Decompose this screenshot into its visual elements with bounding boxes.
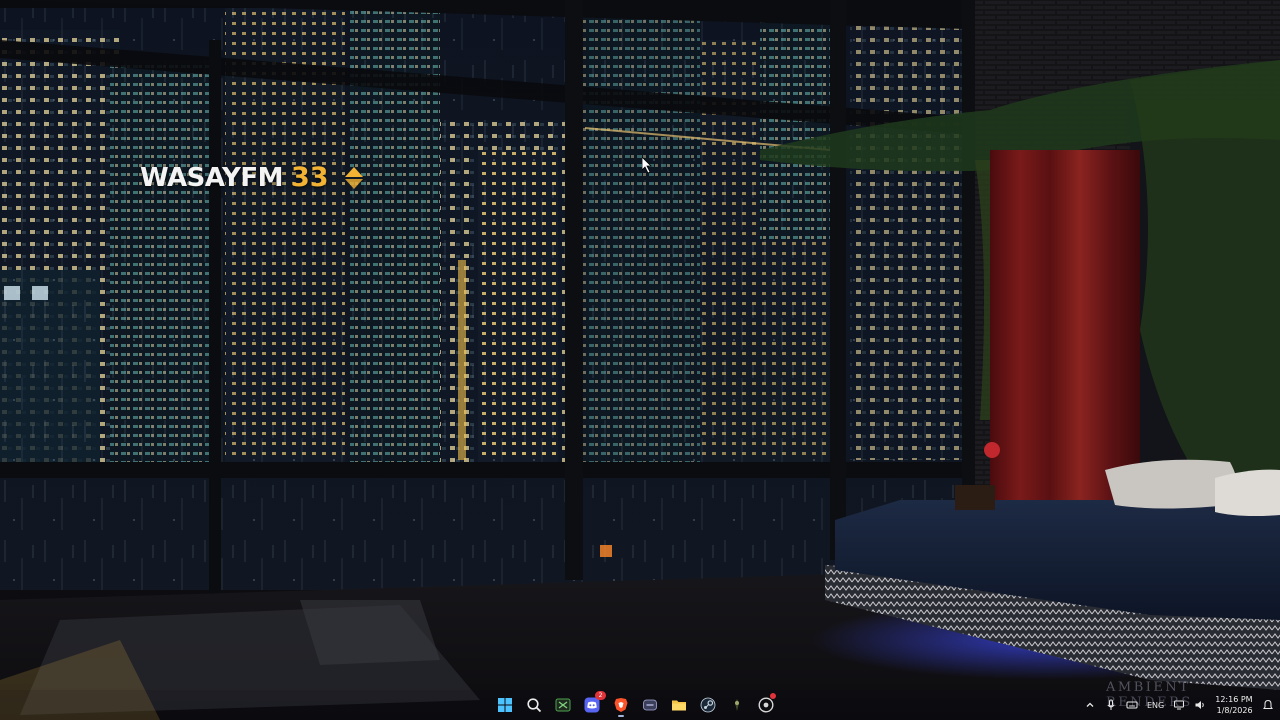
taskbar-app-brave[interactable]: [609, 693, 633, 717]
keyboard-icon[interactable]: [1126, 699, 1138, 711]
folder-icon: [672, 700, 686, 711]
taskbar-app-steam[interactable]: [696, 693, 720, 717]
app-window-icon: [643, 699, 657, 711]
chevron-up-icon[interactable]: [1084, 699, 1096, 711]
channel-logo-icon: [344, 166, 363, 189]
search-icon: [527, 698, 542, 713]
desktop-wallpaper: [0, 0, 1280, 720]
taskbar-app-chrome[interactable]: [754, 693, 778, 717]
taskbar-app-game[interactable]: [725, 693, 749, 717]
taskbar-app-discord[interactable]: 2: [580, 691, 606, 717]
chrome-icon: [758, 697, 774, 713]
brave-icon: [614, 698, 628, 712]
game-icon: [735, 699, 739, 711]
mouse-cursor-icon: [642, 157, 652, 173]
windows-start-icon: [498, 698, 512, 712]
channel-number: 33: [290, 162, 329, 193]
network-icon[interactable]: [1173, 699, 1185, 711]
channel-name: WASAYFM: [140, 162, 283, 193]
taskbar-app-xbox[interactable]: [551, 693, 575, 717]
taskbar-clock[interactable]: 12:16 PM 1/8/2026: [1215, 694, 1252, 716]
system-tray: ENG 12:16 PM 1/8/2026: [1084, 693, 1274, 717]
discord-badge: 2: [595, 691, 606, 700]
volume-icon[interactable]: [1194, 699, 1206, 711]
channel-watermark: WASAYFM 33: [140, 162, 365, 193]
clock-time: 12:16 PM: [1215, 695, 1253, 704]
notification-icon[interactable]: [1262, 699, 1274, 711]
chrome-notification-dot: [770, 693, 776, 699]
xbox-icon: [555, 698, 571, 712]
clock-date: 1/8/2026: [1216, 706, 1253, 715]
language-indicator[interactable]: ENG: [1147, 701, 1164, 710]
steam-icon: [700, 697, 716, 713]
taskbar: 2 ENG 12:16 PM 1/8/2026: [0, 690, 1280, 720]
microphone-icon[interactable]: [1105, 699, 1117, 711]
taskbar-app-file-explorer[interactable]: [667, 693, 691, 717]
taskbar-app-window[interactable]: [638, 693, 662, 717]
taskbar-apps: 2: [493, 691, 778, 717]
start-button[interactable]: [493, 693, 517, 717]
search-button[interactable]: [522, 693, 546, 717]
